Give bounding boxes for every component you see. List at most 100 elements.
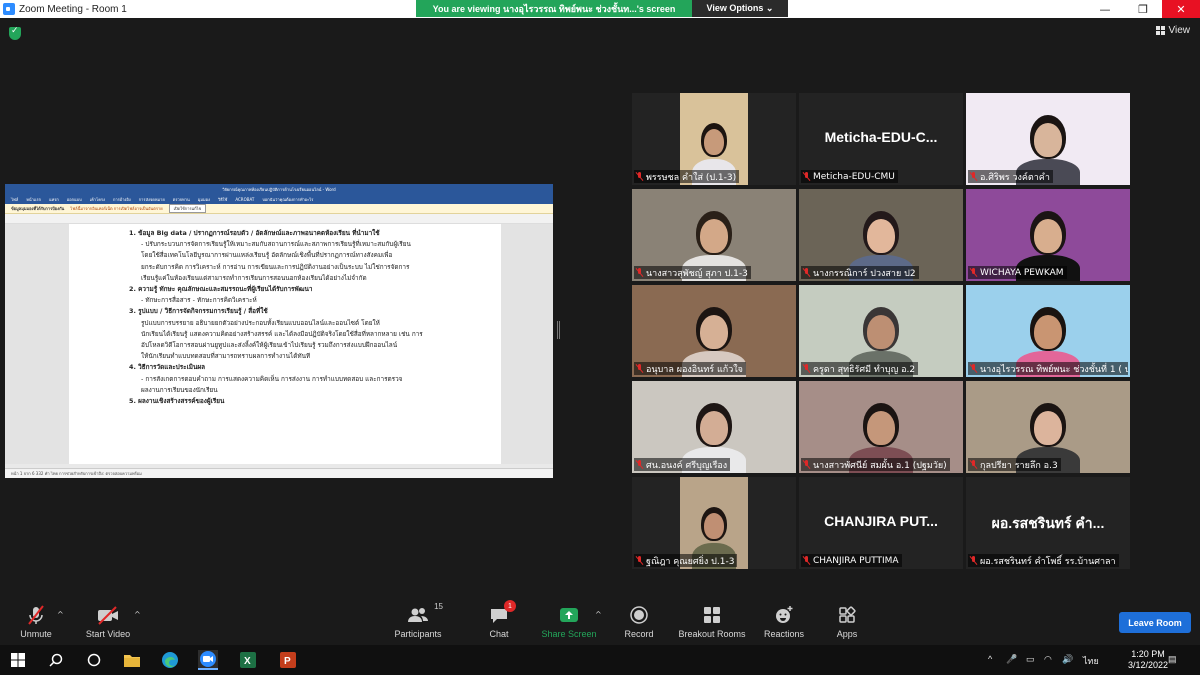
participant-tile[interactable]: WICHAYA PEWKAM	[966, 189, 1130, 281]
participant-name-label: ครูดา สุทธิรัศมี ทำบุญ อ.2	[801, 362, 919, 375]
encryption-shield-icon[interactable]	[9, 26, 21, 40]
leave-room-button[interactable]: Leave Room	[1119, 612, 1191, 633]
close-button[interactable]: ✕	[1162, 0, 1200, 18]
ribbon-tab[interactable]: หน้าแรก	[26, 196, 41, 203]
participant-name: กุลปรียา รายลึก อ.3	[980, 460, 1058, 471]
mic-muted-icon	[970, 460, 977, 469]
svg-text:X: X	[244, 656, 251, 667]
maximize-button[interactable]: ❐	[1124, 0, 1162, 18]
participant-name: ครูดา สุทธิรัศมี ทำบุญ อ.2	[813, 364, 916, 375]
zoom-taskbar-icon[interactable]	[198, 650, 218, 670]
record-button[interactable]: Record	[599, 604, 679, 639]
participant-tile[interactable]: พรรษชล คำใส่ (ป.1-3)	[632, 93, 796, 185]
participant-name-label: นางอุไรวรรณ ทิพย์พนะ ช่วงชั้นที่ 1 ( ป. …	[968, 362, 1128, 375]
participant-name-label: อนุบาล ผองอินทร์ แก้วใจ	[634, 362, 746, 375]
ribbon-tab[interactable]: ออกแบบ	[67, 196, 82, 203]
participant-tile[interactable]: กุลปรียา รายลึก อ.3	[966, 381, 1130, 473]
participant-name: ฐณิฎา คุณยศยิ่ง ป.1-3	[646, 556, 735, 567]
windows-taskbar: X P ^ 🎤 ▭ ◠ 🔊 ไทย 1:20 PM 3/12/2022 ▤	[0, 645, 1200, 675]
mic-muted-icon	[970, 268, 977, 277]
participant-tile[interactable]: นางสาวพัศนีย์ สมผั้น อ.1 (ปฐมวัย)	[799, 381, 963, 473]
participant-tile[interactable]: นางสาวสุพัชญ์ สุภา ป.1-3	[632, 189, 796, 281]
language-indicator[interactable]: ไทย	[1083, 654, 1099, 668]
ribbon-tab[interactable]: เค้าโครง	[90, 196, 105, 203]
participant-tile[interactable]: Meticha-EDU-C... Meticha-EDU-CMU	[799, 93, 963, 185]
microphone-tray-icon[interactable]: 🎤	[1006, 654, 1017, 665]
ribbon-tab[interactable]: แทรก	[49, 196, 59, 203]
show-hidden-icons-chevron[interactable]: ^	[988, 654, 992, 664]
edge-icon[interactable]	[160, 650, 180, 670]
mic-muted-icon	[970, 172, 977, 181]
ribbon-tab[interactable]: ตรวจทาน	[173, 196, 190, 203]
participant-tile[interactable]: ศน.อนงค์ ศรีบุญเรือง	[632, 381, 796, 473]
participant-tile[interactable]: ฐณิฎา คุณยศยิ่ง ป.1-3	[632, 477, 796, 569]
participant-face	[1034, 219, 1062, 253]
participant-tile[interactable]: นางกรรณิการ์ ปวงสาย ป2	[799, 189, 963, 281]
volume-icon[interactable]: 🔊	[1062, 654, 1073, 665]
ribbon-tab[interactable]: ไฟล์	[11, 196, 18, 203]
document-paragraph: ผลงานการเรียนของนักเรียน	[141, 385, 218, 394]
enable-editing-button[interactable]: เปิดใช้การแก้ไข	[168, 204, 207, 213]
mic-muted-icon	[803, 364, 810, 373]
system-clock[interactable]: 1:20 PM 3/12/2022	[1128, 649, 1168, 671]
search-icon[interactable]	[46, 650, 66, 670]
participant-display-name: ผอ.รสชรินทร์ คำ...	[991, 515, 1105, 531]
ribbon-tab[interactable]: บอกฉันว่าคุณต้องการทำอะไร	[262, 196, 313, 203]
unmute-button[interactable]: Unmute	[0, 604, 76, 639]
windows-start-icon[interactable]	[8, 650, 28, 670]
participant-tile[interactable]: อนุบาล ผองอินทร์ แก้วใจ	[632, 285, 796, 377]
minimize-button[interactable]: —	[1086, 0, 1124, 18]
file-explorer-icon[interactable]	[122, 650, 142, 670]
participant-face	[704, 513, 724, 539]
powerpoint-icon[interactable]: P	[278, 650, 298, 670]
participant-name-label: CHANJIRA PUTTIMA	[801, 554, 902, 567]
view-options-button[interactable]: View Options ⌄	[692, 0, 788, 17]
ruler	[5, 214, 553, 224]
participant-tile[interactable]: นางอุไรวรรณ ทิพย์พนะ ช่วงชั้นที่ 1 ( ป. …	[966, 285, 1130, 377]
mic-muted-icon	[636, 364, 643, 373]
document-paragraph: เรียนรู้แค่ในห้องเรียนแต่สามารถทำการเรีย…	[141, 273, 367, 282]
participant-face	[700, 411, 728, 445]
split-view-handle[interactable]	[557, 321, 560, 339]
unmute-label: Unmute	[20, 629, 52, 639]
notifications-icon[interactable]: ▤	[1168, 654, 1177, 665]
participant-name: พรรษชล คำใส่ (ป.1-3)	[646, 172, 737, 183]
participants-button[interactable]: 15 Participants	[378, 602, 458, 639]
participant-face	[867, 315, 895, 349]
participant-face	[1034, 315, 1062, 349]
camera-tray-icon[interactable]: ▭	[1026, 654, 1035, 665]
chat-button[interactable]: 1 Chat	[459, 600, 539, 639]
task-view-icon[interactable]	[84, 650, 104, 670]
word-status-bar: หน้า 1 จาก 6 332 คำ ไทย การช่วยสำหรับการ…	[5, 468, 553, 478]
ribbon-tab[interactable]: ACROBAT	[235, 197, 254, 202]
participant-name: ผอ.รสชรินทร์ คำโพธิ์ รร.บ้านศาลา	[980, 556, 1116, 567]
document-page: 1. ข้อมูล Big data / ปรากฏการณ์รอบตัว / …	[69, 224, 501, 464]
participant-tile[interactable]: CHANJIRA PUT... CHANJIRA PUTTIMA	[799, 477, 963, 569]
participant-face	[1034, 411, 1062, 445]
breakout-rooms-button[interactable]: Breakout Rooms	[672, 604, 752, 639]
ribbon-tab[interactable]: การส่งจดหมาย	[139, 196, 165, 203]
participant-face	[867, 411, 895, 445]
ribbon-tab[interactable]: วิธีใช้	[218, 196, 227, 203]
mic-muted-icon	[636, 268, 643, 277]
participant-tile[interactable]: ครูดา สุทธิรัศมี ทำบุญ อ.2	[799, 285, 963, 377]
participant-name-label: ผอ.รสชรินทร์ คำโพธิ์ รร.บ้านศาลา	[968, 554, 1119, 567]
ribbon-tab[interactable]: มุมมอง	[198, 196, 210, 203]
video-options-caret[interactable]: ^	[134, 610, 141, 619]
participant-name: นางกรรณิการ์ ปวงสาย ป2	[813, 268, 916, 279]
ribbon-tab[interactable]: การอ้างอิง	[113, 196, 131, 203]
mic-muted-icon	[803, 268, 810, 277]
apps-button[interactable]: Apps	[807, 604, 887, 639]
excel-icon[interactable]: X	[238, 650, 258, 670]
participant-display-name: Meticha-EDU-C...	[824, 129, 938, 145]
participant-tile[interactable]: อ.ศิริพร วงค์ตาคำ	[966, 93, 1130, 185]
audio-options-caret[interactable]: ^	[57, 610, 64, 619]
shared-screen[interactable]: วิจัยกรณ์คุณภาพห้องเรียนปฏิบัติการด้านโร…	[5, 184, 553, 478]
participant-name-label: นางสาวพัศนีย์ สมผั้น อ.1 (ปฐมวัย)	[801, 458, 950, 471]
view-layout-button[interactable]: View	[1155, 25, 1190, 36]
apps-icon	[836, 604, 858, 626]
participant-name-label: อ.ศิริพร วงค์ตาคำ	[968, 170, 1053, 183]
participant-tile[interactable]: ผอ.รสชรินทร์ คำ... ผอ.รสชรินทร์ คำโพธิ์ ร…	[966, 477, 1130, 569]
network-icon[interactable]: ◠	[1044, 654, 1052, 665]
participant-face	[867, 219, 895, 253]
